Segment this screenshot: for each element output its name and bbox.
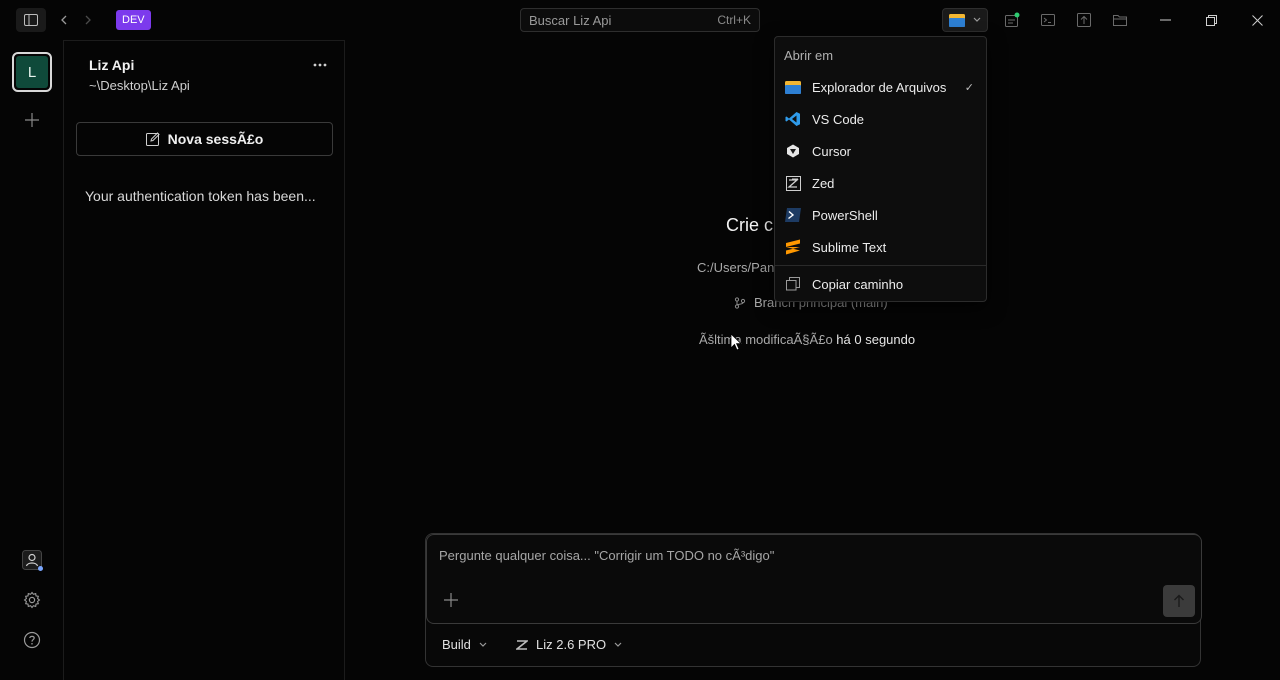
menu-item-sublime[interactable]: Sublime Text bbox=[775, 231, 986, 263]
project-sidebar: Liz Api ~\Desktop\Liz Api Nova sessÃ£o Y… bbox=[64, 40, 345, 680]
terminal-button[interactable] bbox=[1039, 11, 1057, 29]
project-full-path: C:/Users/Pan bbox=[697, 260, 775, 275]
mode-selector[interactable]: Build bbox=[442, 637, 487, 652]
open-in-button[interactable] bbox=[942, 8, 988, 32]
menu-item-zed[interactable]: Zed bbox=[775, 167, 986, 199]
folder-icon bbox=[949, 14, 965, 27]
menu-item-label: Zed bbox=[812, 175, 835, 191]
help-icon bbox=[23, 631, 41, 649]
workspace-initial: L bbox=[16, 56, 48, 88]
minimize-icon bbox=[1159, 19, 1171, 21]
sidebar-toggle-icon bbox=[24, 14, 38, 26]
menu-item-label: Cursor bbox=[812, 143, 852, 159]
mode-label: Build bbox=[442, 637, 471, 652]
more-horizontal-icon bbox=[313, 63, 327, 67]
menu-item-label: Copiar caminho bbox=[812, 276, 904, 292]
new-session-label: Nova sessÃ£o bbox=[167, 131, 264, 147]
model-selector[interactable]: Liz 2.6 PRO bbox=[516, 637, 622, 652]
git-branch-icon bbox=[734, 296, 746, 309]
check-icon: ✓ bbox=[964, 81, 974, 94]
chevron-left-icon bbox=[61, 15, 67, 25]
menu-header: Abrir em bbox=[784, 48, 834, 63]
close-button[interactable] bbox=[1248, 10, 1266, 30]
menu-item-copy-path[interactable]: Copiar caminho bbox=[775, 268, 986, 300]
powershell-icon bbox=[785, 207, 801, 223]
menu-item-powershell[interactable]: PowerShell bbox=[775, 199, 986, 231]
chevron-down-icon bbox=[614, 642, 622, 647]
menu-item-label: Explorador de Arquivos bbox=[812, 79, 947, 95]
last-modified-label: Ãšltima modificaÃ§Ã£o bbox=[699, 332, 833, 347]
workspace-rail: L bbox=[0, 40, 64, 680]
search-shortcut: Ctrl+K bbox=[717, 13, 751, 27]
folder-icon bbox=[785, 79, 801, 95]
menu-item-label: PowerShell bbox=[812, 207, 878, 223]
add-workspace-button[interactable] bbox=[22, 110, 42, 130]
project-name: Liz Api bbox=[89, 57, 135, 73]
menu-item-file-explorer[interactable]: Explorador de Arquivos ✓ bbox=[775, 71, 986, 103]
new-session-button[interactable]: Nova sessÃ£o bbox=[76, 122, 333, 156]
workspace-avatar[interactable]: L bbox=[12, 52, 52, 92]
restore-icon bbox=[1205, 14, 1217, 26]
composer: Pergunte qualquer coisa... "Corrigir um … bbox=[425, 533, 1202, 667]
sidebar-toggle-button[interactable] bbox=[16, 8, 46, 32]
files-button[interactable] bbox=[1111, 11, 1129, 29]
user-icon bbox=[22, 550, 43, 571]
restore-button[interactable] bbox=[1202, 10, 1220, 30]
gear-icon bbox=[23, 591, 41, 609]
model-logo-icon bbox=[516, 639, 528, 650]
menu-item-label: Sublime Text bbox=[812, 239, 887, 255]
page-title: Crie c bbox=[726, 215, 774, 235]
sublime-icon bbox=[785, 239, 801, 255]
session-list-item[interactable]: Your authentication token has been... bbox=[85, 188, 316, 204]
prompt-input[interactable]: Pergunte qualquer coisa... "Corrigir um … bbox=[426, 534, 1202, 624]
mouse-cursor-icon bbox=[730, 333, 742, 351]
dev-badge: DEV bbox=[116, 10, 151, 30]
panel-button[interactable] bbox=[1075, 11, 1093, 29]
menu-item-cursor[interactable]: Cursor bbox=[775, 135, 986, 167]
send-button[interactable] bbox=[1163, 585, 1195, 617]
last-modified-value: há 0 segundo bbox=[836, 332, 916, 347]
vscode-icon bbox=[785, 111, 801, 127]
project-menu-button[interactable] bbox=[308, 57, 332, 73]
help-button[interactable] bbox=[22, 630, 42, 650]
folder-outline-icon bbox=[1113, 15, 1127, 26]
edit-icon bbox=[145, 132, 160, 146]
search-bar[interactable]: Buscar Liz Api Ctrl+K bbox=[520, 8, 760, 32]
copy-icon bbox=[785, 276, 801, 292]
back-button[interactable] bbox=[56, 10, 72, 30]
model-label: Liz 2.6 PRO bbox=[536, 637, 607, 652]
chevron-down-icon bbox=[973, 17, 981, 22]
open-in-menu: Abrir em Explorador de Arquivos ✓ VS Cod… bbox=[774, 36, 987, 302]
attach-button[interactable] bbox=[442, 591, 460, 609]
review-button[interactable] bbox=[1003, 11, 1021, 29]
account-button[interactable] bbox=[20, 548, 44, 572]
prompt-placeholder: Pergunte qualquer coisa... "Corrigir um … bbox=[439, 548, 775, 563]
settings-button[interactable] bbox=[22, 590, 42, 610]
zed-icon bbox=[785, 175, 801, 191]
plus-icon bbox=[25, 113, 39, 127]
menu-item-vscode[interactable]: VS Code bbox=[775, 103, 986, 135]
chevron-right-icon bbox=[85, 15, 91, 25]
forward-button[interactable] bbox=[80, 10, 96, 30]
project-path: ~\Desktop\Liz Api bbox=[89, 78, 190, 93]
cursor-icon bbox=[785, 143, 801, 159]
minimize-button[interactable] bbox=[1156, 10, 1174, 30]
search-placeholder: Buscar Liz Api bbox=[529, 12, 612, 28]
chevron-down-icon bbox=[479, 642, 487, 647]
menu-divider bbox=[775, 265, 986, 266]
upload-panel-icon bbox=[1077, 13, 1091, 27]
arrow-up-icon bbox=[1174, 594, 1184, 607]
plus-icon bbox=[444, 593, 458, 607]
review-icon bbox=[1005, 12, 1020, 27]
title-bar: DEV Buscar Liz Api Ctrl+K bbox=[0, 0, 1280, 40]
close-icon bbox=[1251, 14, 1263, 26]
menu-item-label: VS Code bbox=[812, 111, 865, 127]
terminal-icon bbox=[1041, 14, 1055, 26]
